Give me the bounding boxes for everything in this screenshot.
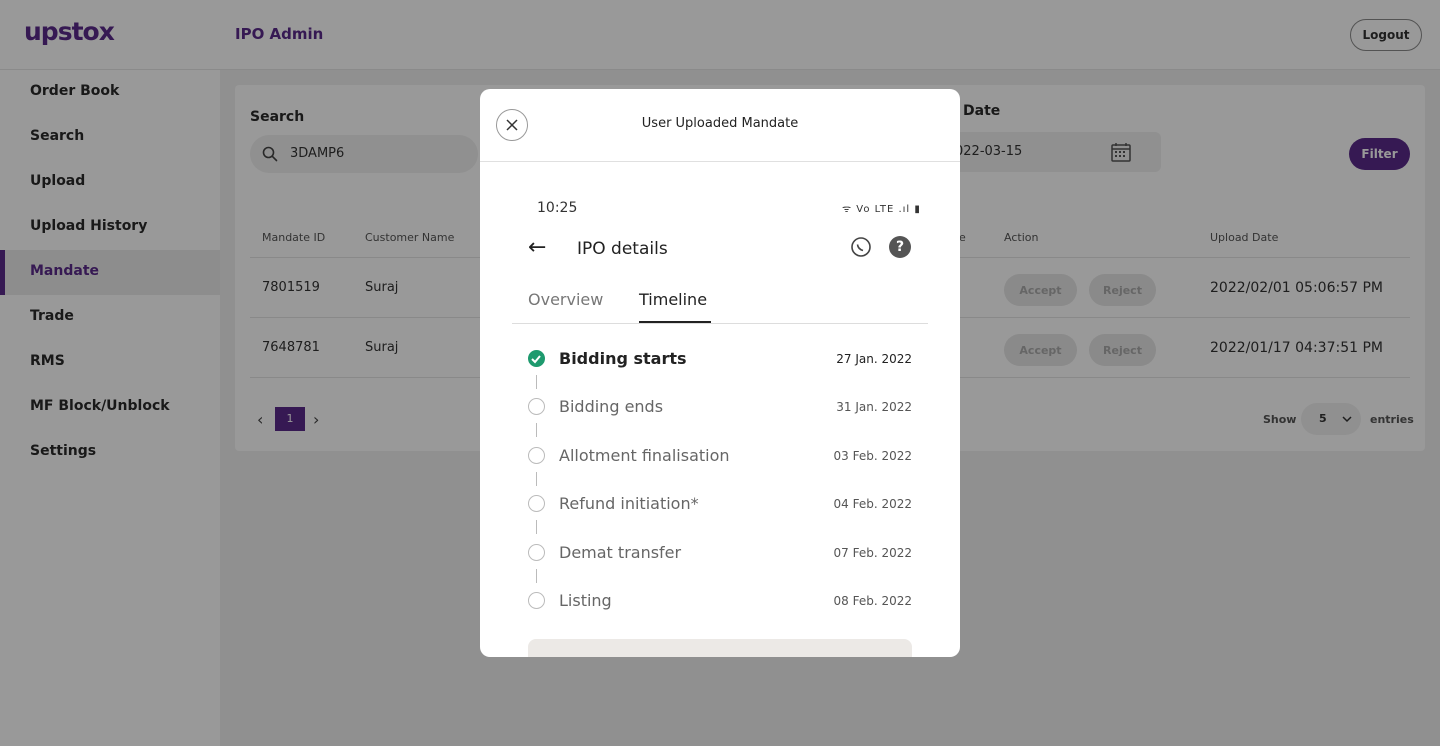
timeline-label: Bidding ends [559, 397, 664, 416]
timeline-connector [536, 520, 537, 534]
phone-time: 10:25 [537, 200, 578, 216]
empty-circle-icon [528, 592, 545, 609]
timeline-date: 27 Jan. 2022 [836, 352, 912, 366]
phone-status-icons: ᯤ Vo LTE .ıl ▮ [842, 204, 921, 215]
timeline-date: 04 Feb. 2022 [833, 497, 913, 511]
timeline-date: 07 Feb. 2022 [833, 546, 913, 560]
timeline-date: 03 Feb. 2022 [833, 449, 913, 463]
timeline-label: Listing [559, 591, 612, 610]
mandate-modal: User Uploaded Mandate 10:25 ᯤ Vo LTE .ıl… [480, 89, 960, 657]
uploaded-mandate-image: 10:25 ᯤ Vo LTE .ıl ▮ ← IPO details ? Ove… [512, 163, 928, 657]
phone-bottom-card [528, 639, 912, 657]
timeline-label: Bidding starts [559, 349, 687, 368]
timeline-date: 08 Feb. 2022 [833, 594, 913, 608]
timeline-connector [536, 375, 537, 389]
modal-header: User Uploaded Mandate [480, 89, 960, 162]
timeline-label: Refund initiation* [559, 494, 699, 513]
empty-circle-icon [528, 447, 545, 464]
timeline-item: Bidding ends 31 Jan. 2022 [528, 395, 912, 419]
timeline-item: Bidding starts 27 Jan. 2022 [528, 347, 912, 371]
phone-tab-timeline: Timeline [639, 290, 708, 309]
timeline-label: Demat transfer [559, 543, 682, 562]
modal-title: User Uploaded Mandate [641, 116, 799, 131]
empty-circle-icon [528, 544, 545, 561]
empty-circle-icon [528, 398, 545, 415]
whatsapp-icon [851, 237, 871, 257]
timeline-label: Allotment finalisation [559, 446, 730, 465]
phone-tab-overview: Overview [528, 290, 604, 309]
timeline-item: Listing 08 Feb. 2022 [528, 589, 912, 613]
phone-screen-title: IPO details [577, 239, 668, 259]
timeline-item: Demat transfer 07 Feb. 2022 [528, 541, 912, 565]
timeline-date: 31 Jan. 2022 [836, 400, 912, 414]
timeline-connector [536, 569, 537, 583]
timeline-item: Allotment finalisation 03 Feb. 2022 [528, 444, 912, 468]
tabs-divider [512, 323, 928, 324]
back-arrow-icon: ← [528, 235, 547, 260]
help-icon: ? [889, 236, 911, 258]
timeline-connector [536, 472, 537, 486]
timeline-connector [536, 423, 537, 437]
empty-circle-icon [528, 495, 545, 512]
check-circle-icon [528, 350, 545, 367]
timeline-item: Refund initiation* 04 Feb. 2022 [528, 492, 912, 516]
